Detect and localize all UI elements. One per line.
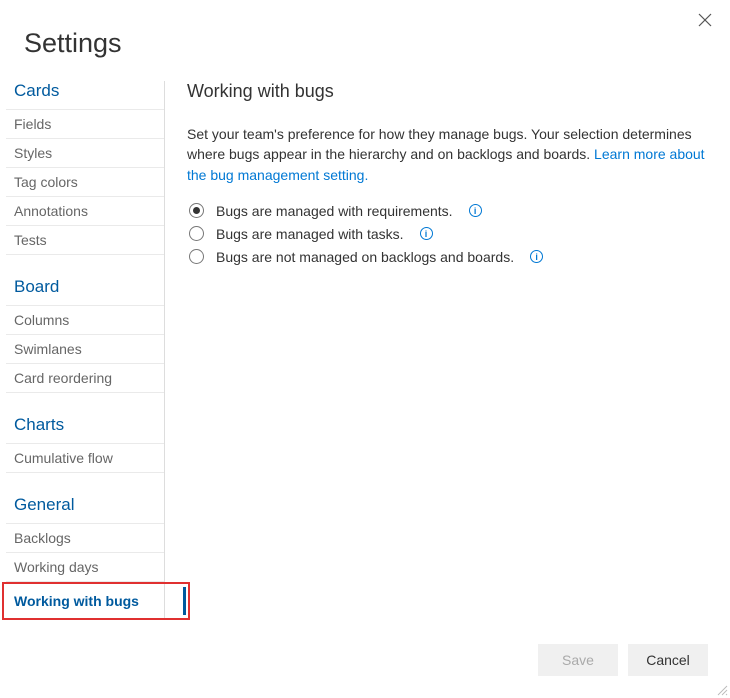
resize-grip-icon[interactable]: [716, 684, 728, 696]
radio-label: Bugs are not managed on backlogs and boa…: [216, 249, 514, 265]
radio-option-requirements[interactable]: Bugs are managed with requirements. i: [187, 203, 708, 219]
settings-header: Settings: [0, 0, 730, 81]
save-button[interactable]: Save: [538, 644, 618, 676]
sidebar-section-cards: Cards: [6, 81, 164, 110]
sidebar-section-board: Board: [6, 269, 164, 306]
sidebar-item-working-days[interactable]: Working days: [6, 553, 164, 582]
radio-label: Bugs are managed with requirements.: [216, 203, 453, 219]
dialog-footer: Save Cancel: [538, 644, 708, 676]
info-icon[interactable]: i: [469, 204, 482, 217]
radio-label: Bugs are managed with tasks.: [216, 226, 404, 242]
sidebar-item-working-with-bugs[interactable]: Working with bugs: [6, 587, 186, 615]
settings-sidebar: Cards Fields Styles Tag colors Annotatio…: [6, 81, 165, 620]
info-icon[interactable]: i: [530, 250, 543, 263]
sidebar-item-tests[interactable]: Tests: [6, 226, 164, 255]
sidebar-item-styles[interactable]: Styles: [6, 139, 164, 168]
bug-options-radio-group: Bugs are managed with requirements. i Bu…: [187, 203, 708, 265]
sidebar-section-charts: Charts: [6, 407, 164, 444]
radio-icon: [189, 203, 204, 218]
sidebar-item-fields[interactable]: Fields: [6, 110, 164, 139]
page-title: Settings: [24, 28, 730, 59]
main-panel: Working with bugs Set your team's prefer…: [165, 81, 730, 620]
close-icon: [698, 13, 712, 27]
radio-option-tasks[interactable]: Bugs are managed with tasks. i: [187, 226, 708, 242]
sidebar-item-columns[interactable]: Columns: [6, 306, 164, 335]
sidebar-item-swimlanes[interactable]: Swimlanes: [6, 335, 164, 364]
highlight-annotation: Working with bugs: [2, 582, 190, 620]
sidebar-item-card-reordering[interactable]: Card reordering: [6, 364, 164, 393]
info-icon[interactable]: i: [420, 227, 433, 240]
sidebar-item-annotations[interactable]: Annotations: [6, 197, 164, 226]
sidebar-item-backlogs[interactable]: Backlogs: [6, 524, 164, 553]
sidebar-item-tag-colors[interactable]: Tag colors: [6, 168, 164, 197]
close-button[interactable]: [698, 12, 712, 30]
radio-option-not-managed[interactable]: Bugs are not managed on backlogs and boa…: [187, 249, 708, 265]
radio-icon: [189, 249, 204, 264]
cancel-button[interactable]: Cancel: [628, 644, 708, 676]
panel-description: Set your team's preference for how they …: [187, 124, 708, 185]
sidebar-section-general: General: [6, 487, 164, 524]
sidebar-item-cumulative-flow[interactable]: Cumulative flow: [6, 444, 164, 473]
panel-title: Working with bugs: [187, 81, 708, 102]
radio-icon: [189, 226, 204, 241]
